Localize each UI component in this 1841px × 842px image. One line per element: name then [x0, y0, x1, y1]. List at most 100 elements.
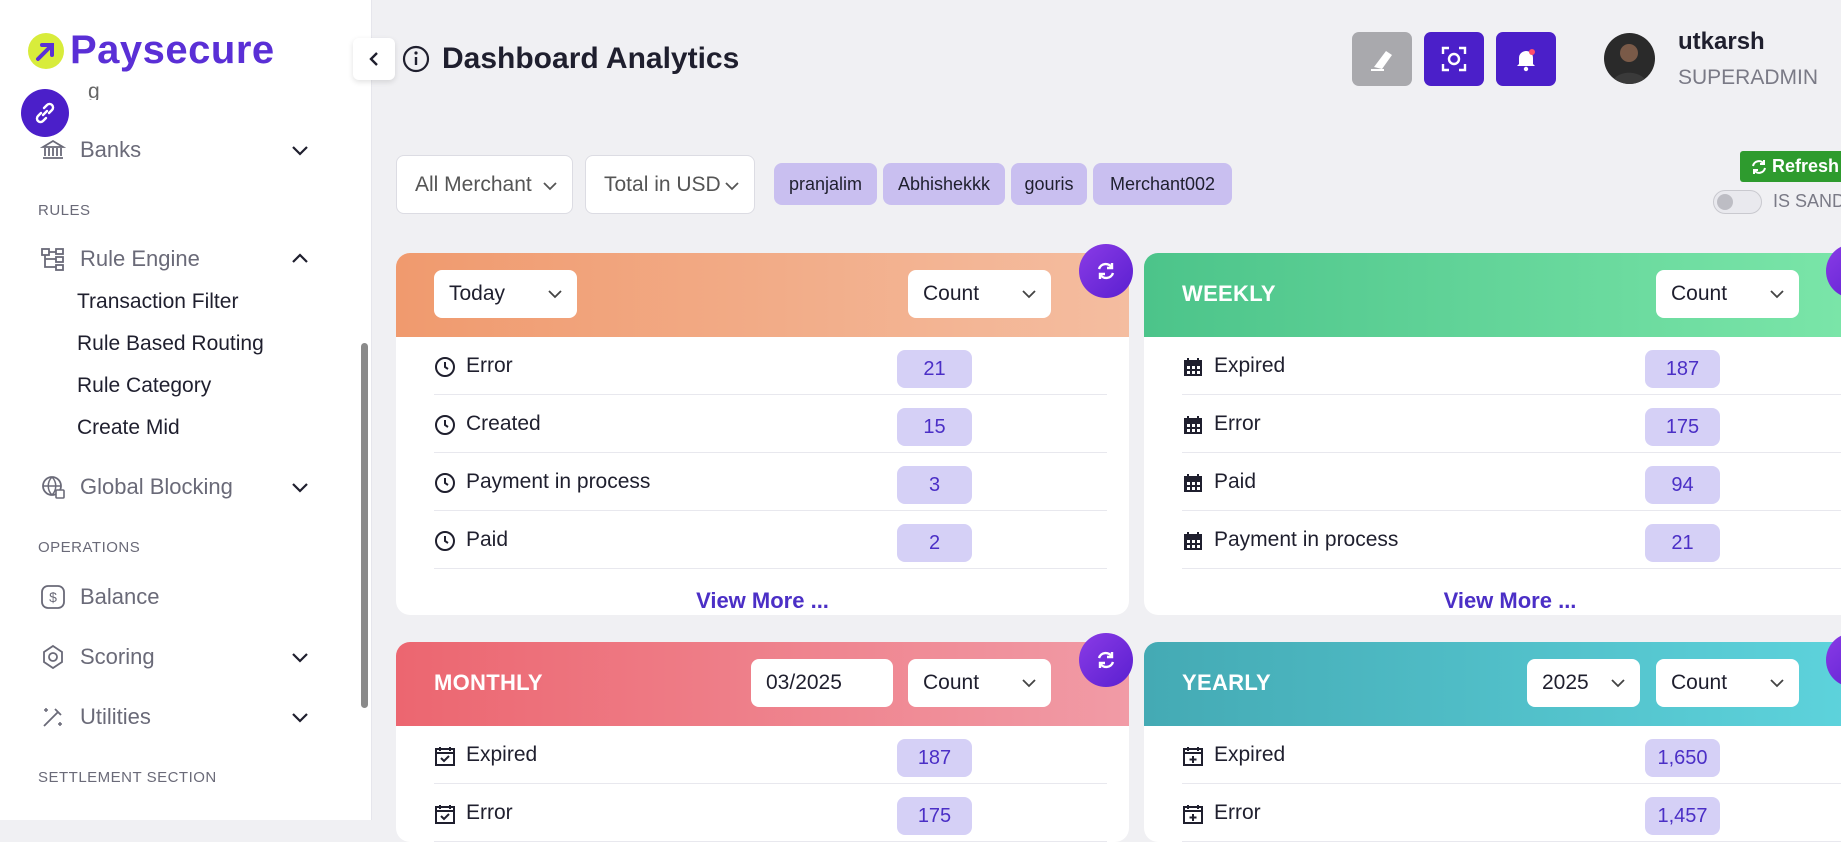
- metric-select-value: Count: [923, 671, 980, 694]
- chevron-down-icon: [1611, 679, 1625, 688]
- row-label: Expired: [1214, 354, 1286, 377]
- user-photo-icon: [1612, 44, 1647, 84]
- brand-logo[interactable]: Paysecure: [28, 28, 275, 73]
- sidebar-subitem-transaction-filter[interactable]: Transaction Filter: [77, 290, 238, 314]
- row-label: Error: [466, 801, 513, 824]
- row-label: Expired: [1214, 743, 1286, 766]
- row-label: Created: [466, 412, 541, 435]
- merchant-select-value: All Merchant: [415, 172, 532, 196]
- list-item: Paid 2: [434, 511, 1107, 569]
- count-badge: 15: [897, 408, 972, 446]
- sidebar-subitem-rule-based-routing[interactable]: Rule Based Routing: [77, 332, 264, 356]
- today-card: Today Count Error 21 Created 15 Payment …: [396, 253, 1129, 615]
- sidebar-item-scoring[interactable]: Scoring: [40, 644, 310, 670]
- row-label: Error: [1214, 801, 1261, 824]
- view-more-link[interactable]: View More ...: [396, 588, 1129, 614]
- count-badge: 175: [897, 797, 972, 835]
- metric-select[interactable]: Count: [908, 659, 1051, 707]
- metric-select[interactable]: Count: [1656, 659, 1799, 707]
- period-select[interactable]: Today: [434, 270, 577, 318]
- merchant-chip[interactable]: pranjalim: [774, 163, 877, 205]
- count-badge: 187: [897, 739, 972, 777]
- card-title: YEARLY: [1182, 670, 1272, 695]
- metric-select[interactable]: Count: [908, 270, 1051, 318]
- monthly-card: MONTHLY 03/2025 Count Expired 187 Error …: [396, 642, 1129, 842]
- calendar-check-icon: [435, 747, 455, 766]
- row-label: Paid: [466, 528, 509, 551]
- bell-icon: [1517, 49, 1535, 72]
- count-badge: 1,457: [1645, 797, 1720, 835]
- clear-cache-button[interactable]: [1352, 32, 1412, 86]
- row-label: Error: [466, 354, 513, 377]
- calendar-check-icon: [435, 805, 455, 824]
- sandbox-toggle[interactable]: [1713, 190, 1762, 214]
- month-input[interactable]: 03/2025: [751, 659, 893, 707]
- calendar-icon: [1184, 358, 1202, 376]
- chevron-down-icon: [1770, 290, 1784, 299]
- refresh-icon: [1752, 159, 1766, 174]
- card-title: MONTHLY: [434, 670, 543, 695]
- globe-blocking-icon: [42, 476, 65, 499]
- year-select-value: 2025: [1542, 671, 1589, 694]
- merchant-chip[interactable]: Abhishekkk: [883, 163, 1005, 205]
- view-more-link[interactable]: View More ...: [1144, 588, 1841, 614]
- screenshot-button[interactable]: [1424, 32, 1484, 86]
- calendar-icon: [1184, 474, 1202, 492]
- sidebar-item-label: Rule Engine: [80, 246, 200, 271]
- section-label-settlement: SETTLEMENT SECTION: [38, 769, 217, 786]
- page-header: Dashboard Analytics: [402, 42, 739, 76]
- clock-icon: [435, 531, 455, 551]
- sidebar-item-balance[interactable]: $ Balance: [40, 584, 310, 610]
- eraser-brush-icon: [1371, 51, 1392, 71]
- card-refresh-button[interactable]: [1079, 633, 1133, 687]
- list-item: Expired 1,650: [1182, 726, 1841, 784]
- count-badge: 21: [897, 350, 972, 388]
- info-icon[interactable]: [402, 45, 430, 73]
- sidebar-item-banks[interactable]: Banks: [40, 137, 310, 163]
- refresh-icon: [1097, 262, 1115, 280]
- merchant-select[interactable]: All Merchant: [396, 155, 573, 214]
- sidebar-item-rule-engine[interactable]: Rule Engine: [40, 246, 310, 272]
- refresh-button[interactable]: Refresh: [1740, 151, 1841, 182]
- row-label: Payment in process: [466, 470, 651, 493]
- sidebar-item-label: Scoring: [80, 644, 155, 669]
- calendar-icon: [1184, 532, 1202, 550]
- merchant-chip[interactable]: gouris: [1011, 163, 1087, 205]
- metric-select-value: Count: [923, 282, 980, 305]
- hierarchy-icon: [41, 248, 64, 271]
- chevron-up-icon: [292, 253, 308, 263]
- count-badge: 2: [897, 524, 972, 562]
- sidebar-item-global-blocking[interactable]: Global Blocking: [40, 474, 310, 500]
- sidebar-item-utilities[interactable]: Utilities: [40, 704, 310, 730]
- year-select[interactable]: 2025: [1527, 659, 1640, 707]
- refresh-label: Refresh: [1772, 156, 1840, 176]
- brand-name: Paysecure: [70, 28, 275, 72]
- dollar-icon: $: [41, 585, 65, 609]
- currency-select-value: Total in USD: [604, 172, 721, 196]
- yearly-card: YEARLY 2025 Count Expired 1,650 Error 1,…: [1144, 642, 1841, 842]
- list-item: Error 21: [434, 337, 1107, 395]
- sidebar-subitem-create-mid[interactable]: Create Mid: [77, 416, 180, 440]
- merchant-chip[interactable]: Merchant002: [1093, 163, 1232, 205]
- link-icon: [35, 102, 55, 124]
- chevron-down-icon: [292, 146, 308, 156]
- metric-select-value: Count: [1671, 282, 1728, 305]
- clock-icon: [435, 415, 455, 435]
- list-item: Created 15: [434, 395, 1107, 453]
- sidebar-item-label: Utilities: [80, 704, 151, 729]
- card-refresh-button[interactable]: [1079, 244, 1133, 298]
- row-label: Paid: [1214, 470, 1257, 493]
- count-badge: 1,650: [1645, 739, 1720, 777]
- collapse-sidebar-button[interactable]: [353, 38, 395, 80]
- chevron-down-icon: [292, 713, 308, 723]
- chevron-down-icon: [548, 290, 562, 299]
- metric-select[interactable]: Count: [1656, 270, 1799, 318]
- notifications-button[interactable]: [1496, 32, 1556, 86]
- list-item: Error 1,457: [1182, 784, 1841, 842]
- avatar[interactable]: [1604, 33, 1655, 84]
- sidebar-scrollbar[interactable]: [361, 343, 368, 708]
- currency-select[interactable]: Total in USD: [585, 155, 755, 214]
- link-button[interactable]: [21, 89, 69, 137]
- svg-text:$: $: [49, 589, 57, 605]
- sidebar-subitem-rule-category[interactable]: Rule Category: [77, 374, 211, 398]
